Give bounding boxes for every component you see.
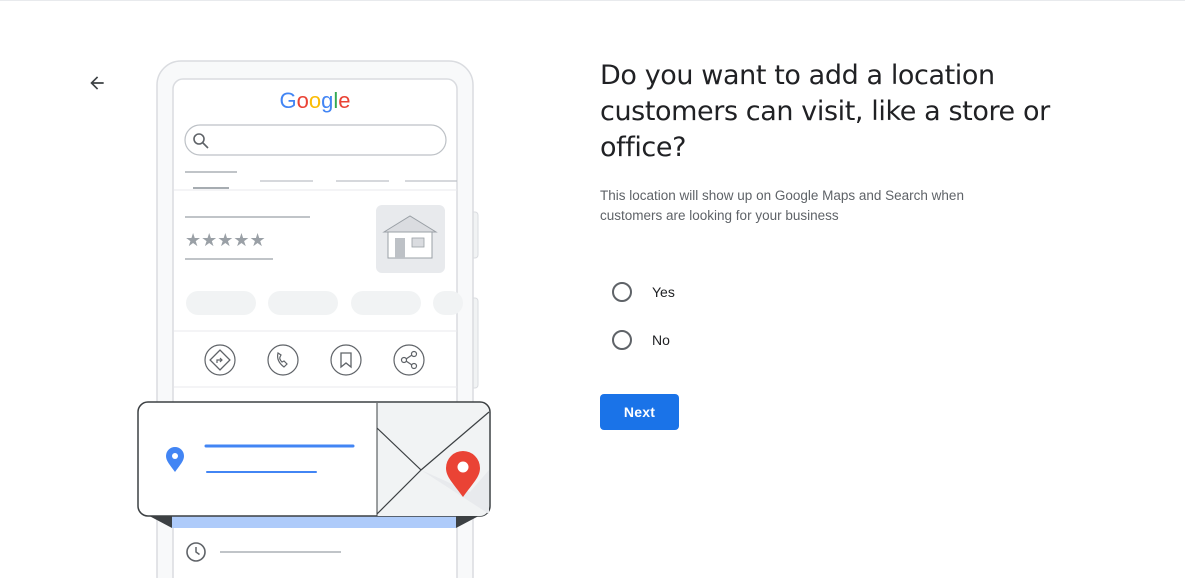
option-no-label: No (652, 332, 670, 348)
radio-yes[interactable] (612, 282, 632, 302)
location-radio-group: Yes No (600, 268, 1060, 364)
page-title: Do you want to add a location customers … (600, 60, 1050, 163)
option-yes-label: Yes (652, 284, 675, 300)
arrow-back-icon (90, 76, 104, 90)
svg-text:★★★★★: ★★★★★ (185, 230, 266, 251)
bookmark-icon (330, 344, 362, 376)
top-divider (0, 0, 1185, 1)
share-icon (393, 344, 425, 376)
phone-icon (267, 344, 299, 376)
back-button[interactable] (83, 69, 111, 97)
search-bar-illustration (184, 124, 447, 156)
directions-icon (204, 344, 236, 376)
rating-stars: ★★★★★ (185, 230, 266, 251)
page: Google ★★★★★ Do you want to add a locati… (0, 0, 1185, 578)
page-description: This location will show up on Google Map… (600, 188, 964, 223)
phone-illustration: Google ★★★★★ (137, 60, 491, 578)
google-logo: Google (279, 88, 350, 113)
next-button[interactable]: Next (600, 394, 679, 430)
radio-no[interactable] (612, 330, 632, 350)
option-no[interactable]: No (612, 316, 1060, 364)
form-panel: Do you want to add a location customers … (600, 58, 1060, 430)
option-yes[interactable]: Yes (612, 268, 1060, 316)
